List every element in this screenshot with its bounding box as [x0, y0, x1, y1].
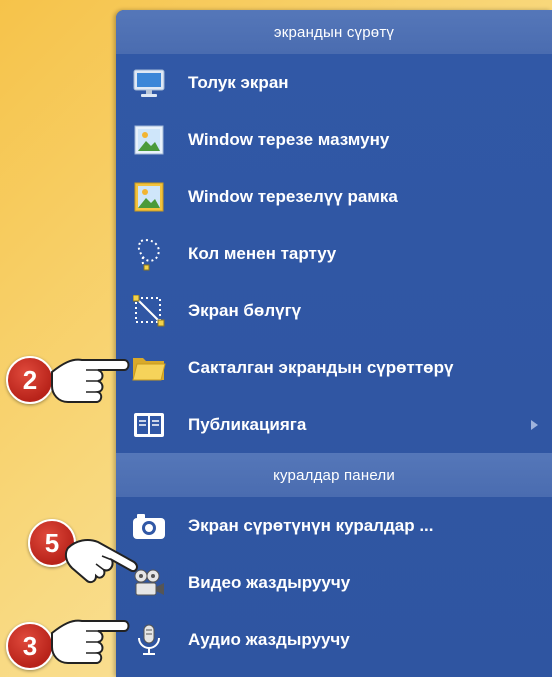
menu-item-window-frame[interactable]: Window терезелүү рамка	[116, 168, 552, 225]
menu-item-saved-screenshots[interactable]: Сакталган экрандын сүрөттөрү	[116, 339, 552, 396]
menu-item-audio-recorder[interactable]: Аудио жаздыруучу	[116, 611, 552, 668]
annotation-pointer-2: 2	[6, 350, 132, 410]
microphone-icon	[132, 623, 166, 657]
menu-item-label: Аудио жаздыруучу	[188, 629, 350, 649]
pointing-hand-icon	[64, 539, 138, 584]
menu-item-label: Публикацияга	[188, 414, 307, 434]
folder-icon	[132, 351, 166, 385]
menu-item-label: Кол менен тартуу	[188, 243, 337, 263]
menu-item-freehand[interactable]: Кол менен тартуу	[116, 225, 552, 282]
step-badge-2: 2	[6, 356, 54, 404]
section-header-screenshot: экрандын сүрөтү	[116, 10, 552, 54]
menu-item-label: Window терезе мазмуну	[188, 129, 390, 149]
region-select-icon	[132, 294, 166, 328]
menu-item-label: Видео жаздыруучу	[188, 572, 351, 592]
menu-item-label: Window терезелүү рамка	[188, 186, 398, 206]
annotation-pointer-5: 5	[28, 488, 142, 598]
menu-item-screenshot-toolbar[interactable]: Экран сүрөтүнүн куралдар ...	[116, 497, 552, 554]
annotation-pointer-3: 3	[6, 619, 132, 670]
step-badge-3: 3	[6, 622, 54, 670]
menu-item-label: Экран бөлүгү	[188, 300, 302, 320]
section-title-screenshot: экрандын сүрөтү	[273, 23, 395, 41]
pointing-hand-icon	[51, 358, 130, 403]
menu-item-publish[interactable]: Публикацияга	[116, 396, 552, 453]
menu-item-label: Сакталган экрандын сүрөттөрү	[188, 357, 454, 377]
image-icon	[132, 123, 166, 157]
menu-item-full-screen[interactable]: Толук экран	[116, 54, 552, 111]
framed-image-icon	[132, 180, 166, 214]
lasso-icon	[132, 237, 166, 271]
monitor-icon	[132, 66, 166, 100]
book-icon	[132, 408, 166, 442]
menu-item-label: Экран сүрөтүнүн куралдар ...	[188, 515, 434, 535]
menu-item-screen-region[interactable]: Экран бөлүгү	[116, 282, 552, 339]
capture-menu: экрандын сүрөтү Толук экран Window терез…	[116, 10, 552, 677]
submenu-arrow-icon	[531, 419, 538, 430]
menu-item-video-recorder[interactable]: Видео жаздыруучу	[116, 554, 552, 611]
menu-item-window-content[interactable]: Window терезе мазмуну	[116, 111, 552, 168]
section-header-toolbars: куралдар панели	[116, 453, 552, 497]
section-title-toolbars: куралдар панели	[273, 466, 395, 484]
menu-item-label: Толук экран	[188, 72, 289, 92]
pointing-hand-icon	[51, 619, 130, 664]
